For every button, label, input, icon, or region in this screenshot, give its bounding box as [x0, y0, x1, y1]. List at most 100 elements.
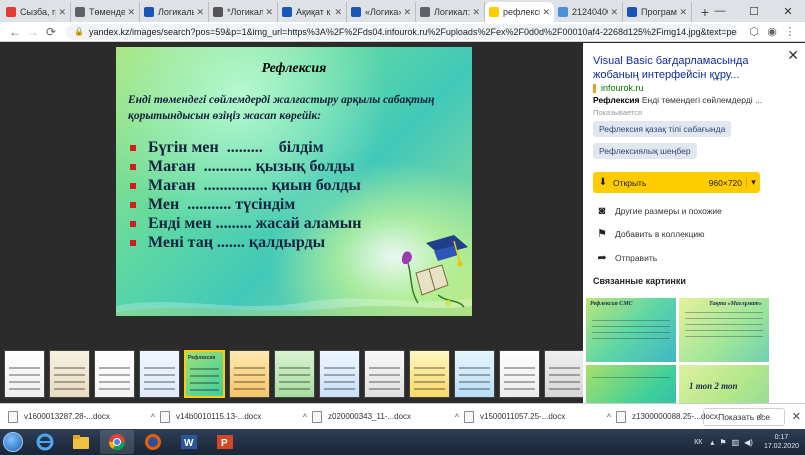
- browser-tab[interactable]: «Логика» ✕: [347, 2, 416, 22]
- browser-tab[interactable]: Логикал: ✕: [416, 2, 485, 22]
- address-bar[interactable]: 🔒 yandex.kz/images/search?pos=59&p=1&img…: [66, 23, 737, 40]
- share-action[interactable]: ➦ Отправить: [595, 251, 657, 264]
- download-item[interactable]: v14b0010115.13-...docx ^: [160, 410, 312, 423]
- open-image-button[interactable]: ⬇ Открыть 960×720 ▾: [593, 172, 760, 193]
- thumbnail-text-line: [414, 367, 445, 369]
- close-icon[interactable]: ✕: [787, 47, 799, 64]
- thumbnail-image[interactable]: [454, 350, 495, 398]
- chevron-up-icon[interactable]: ^: [298, 412, 312, 422]
- thumbnail-image[interactable]: [139, 350, 180, 398]
- reload-icon[interactable]: ⟳: [42, 25, 60, 39]
- url-text: yandex.kz/images/search?pos=59&p=1&img_u…: [88, 26, 737, 37]
- taskbar-ie[interactable]: [28, 430, 62, 454]
- profile-icon[interactable]: ◉: [763, 25, 781, 38]
- close-window-button[interactable]: ✕: [771, 0, 805, 22]
- image-description: Рефлексия Енді төмендегі сөйлемдерді ...: [593, 95, 763, 105]
- bullet-item: Маған ................ қиын болды: [130, 176, 362, 195]
- source-page-link[interactable]: Visual Basic бағдарламасында жобаның инт…: [593, 54, 771, 82]
- other-sizes-action[interactable]: ◙ Другие размеры и похожие: [595, 205, 722, 217]
- thumbnail-image[interactable]: [4, 350, 45, 398]
- thumbnail-image[interactable]: [364, 350, 405, 398]
- thumbnail-text-line: [190, 389, 219, 391]
- forward-icon[interactable]: →: [24, 25, 42, 39]
- thumbnail-image[interactable]: [319, 350, 360, 398]
- tab-close-icon[interactable]: ✕: [334, 7, 342, 18]
- thumbnail-image[interactable]: [274, 350, 315, 398]
- minimize-button[interactable]: —: [703, 0, 737, 22]
- extension-icon[interactable]: ⬡: [745, 25, 763, 38]
- tab-close-icon[interactable]: ✕: [58, 7, 66, 18]
- taskbar-chrome[interactable]: [100, 430, 134, 454]
- tab-close-icon[interactable]: ✕: [542, 7, 550, 18]
- yandex-images-icon: [489, 7, 499, 17]
- tag-chip[interactable]: Рефлексия қазақ тілі сабағында: [593, 121, 732, 137]
- internet-explorer-icon: [36, 433, 54, 451]
- bullet-icon: [130, 220, 136, 227]
- download-filename: v1600013287.28-...docx: [24, 412, 110, 421]
- thumbnail-text-line: [369, 381, 400, 383]
- tab-close-icon[interactable]: ✕: [472, 7, 480, 18]
- tab-label: Логикал:: [434, 7, 471, 17]
- taskbar-word[interactable]: W: [172, 430, 206, 454]
- taskbar-explorer[interactable]: [64, 430, 98, 454]
- browser-tab[interactable]: 21240400 ✕: [554, 2, 623, 22]
- thumbnail-image[interactable]: [49, 350, 90, 398]
- system-tray: КК ▴ ⚑ ▥ ◀) 0:17 17.02.2020: [694, 433, 805, 451]
- thumbnail-image[interactable]: [499, 350, 540, 398]
- tab-close-icon[interactable]: ✕: [403, 7, 411, 18]
- chevron-down-icon[interactable]: ▾: [746, 177, 760, 188]
- thumbnail-text-line: [99, 381, 130, 383]
- add-to-collection-action[interactable]: ⚑ Добавить в коллекцию: [595, 227, 704, 240]
- browser-tab[interactable]: Сызба, гр ✕: [2, 2, 71, 22]
- thumbnail-image[interactable]: Рефлексия: [184, 350, 225, 398]
- download-item[interactable]: v1500011057.25-...docx ^: [464, 410, 616, 423]
- related-image[interactable]: 1 топ 2 топ: [679, 365, 769, 403]
- tab-close-icon[interactable]: ✕: [265, 7, 273, 18]
- browser-tab[interactable]: Ақиқат к ✕: [278, 2, 347, 22]
- thumbnail-text-line: [369, 388, 400, 390]
- taskbar-powerpoint[interactable]: P: [208, 430, 242, 454]
- show-all-downloads-button[interactable]: Показать все: [703, 408, 785, 426]
- browser-tab[interactable]: Логикалы ✕: [140, 2, 209, 22]
- tab-close-icon[interactable]: ✕: [610, 7, 618, 18]
- chevron-up-icon[interactable]: ^: [146, 412, 160, 422]
- taskbar-firefox[interactable]: [136, 430, 170, 454]
- source-site-link[interactable]: infourok.ru: [593, 83, 644, 93]
- back-icon[interactable]: ←: [6, 25, 24, 39]
- related-image[interactable]: Рефлексия СМС: [586, 298, 676, 362]
- windows-taskbar: W P КК ▴ ⚑ ▥ ◀) 0:17 17.02.2020: [0, 429, 805, 455]
- thumbnail-text-line: [54, 381, 85, 383]
- volume-icon[interactable]: ◀): [744, 438, 753, 447]
- language-indicator[interactable]: КК: [694, 439, 702, 446]
- flag-icon[interactable]: ⚑: [719, 438, 726, 447]
- download-item[interactable]: z020000343_11-...docx ^: [312, 410, 464, 423]
- thumbnail-image[interactable]: [94, 350, 135, 398]
- browser-tab[interactable]: *Логикал ✕: [209, 2, 278, 22]
- close-download-bar-icon[interactable]: ✕: [792, 410, 801, 423]
- slide-image[interactable]: Рефлексия Енді төмендегі сөйлемдерді жал…: [116, 47, 472, 316]
- related-image[interactable]: Тақта «Мағлұмат»: [679, 298, 769, 362]
- browser-tab[interactable]: Төмендегі✕: [71, 2, 140, 22]
- arrow-up-icon[interactable]: ▴: [710, 438, 714, 447]
- download-icon: ⬇: [598, 177, 608, 188]
- thumbnail-image[interactable]: [409, 350, 450, 398]
- browser-tab[interactable]: Програм ✕: [623, 2, 692, 22]
- download-item[interactable]: v1600013287.28-...docx ^: [8, 410, 160, 423]
- show-more-link[interactable]: Показывается: [593, 108, 642, 117]
- tab-close-icon[interactable]: ✕: [196, 7, 204, 18]
- thumbnail-text-line: [324, 367, 355, 369]
- chevron-up-icon[interactable]: ^: [602, 412, 616, 422]
- tab-close-icon[interactable]: ✕: [127, 7, 135, 18]
- related-image[interactable]: [586, 365, 676, 403]
- maximize-button[interactable]: ☐: [737, 0, 771, 22]
- menu-icon[interactable]: ⋮: [781, 25, 799, 38]
- thumbnail-image[interactable]: [544, 350, 583, 398]
- browser-tab[interactable]: рефлекси ✕: [485, 2, 554, 22]
- tab-close-icon[interactable]: ✕: [679, 7, 687, 18]
- start-button[interactable]: [0, 429, 26, 455]
- tag-chip[interactable]: Рефлексиялық шеңбер: [593, 143, 697, 159]
- network-icon[interactable]: ▥: [732, 438, 740, 447]
- thumbnail-image[interactable]: [229, 350, 270, 398]
- chevron-up-icon[interactable]: ^: [450, 412, 464, 422]
- clock[interactable]: 0:17 17.02.2020: [764, 433, 799, 451]
